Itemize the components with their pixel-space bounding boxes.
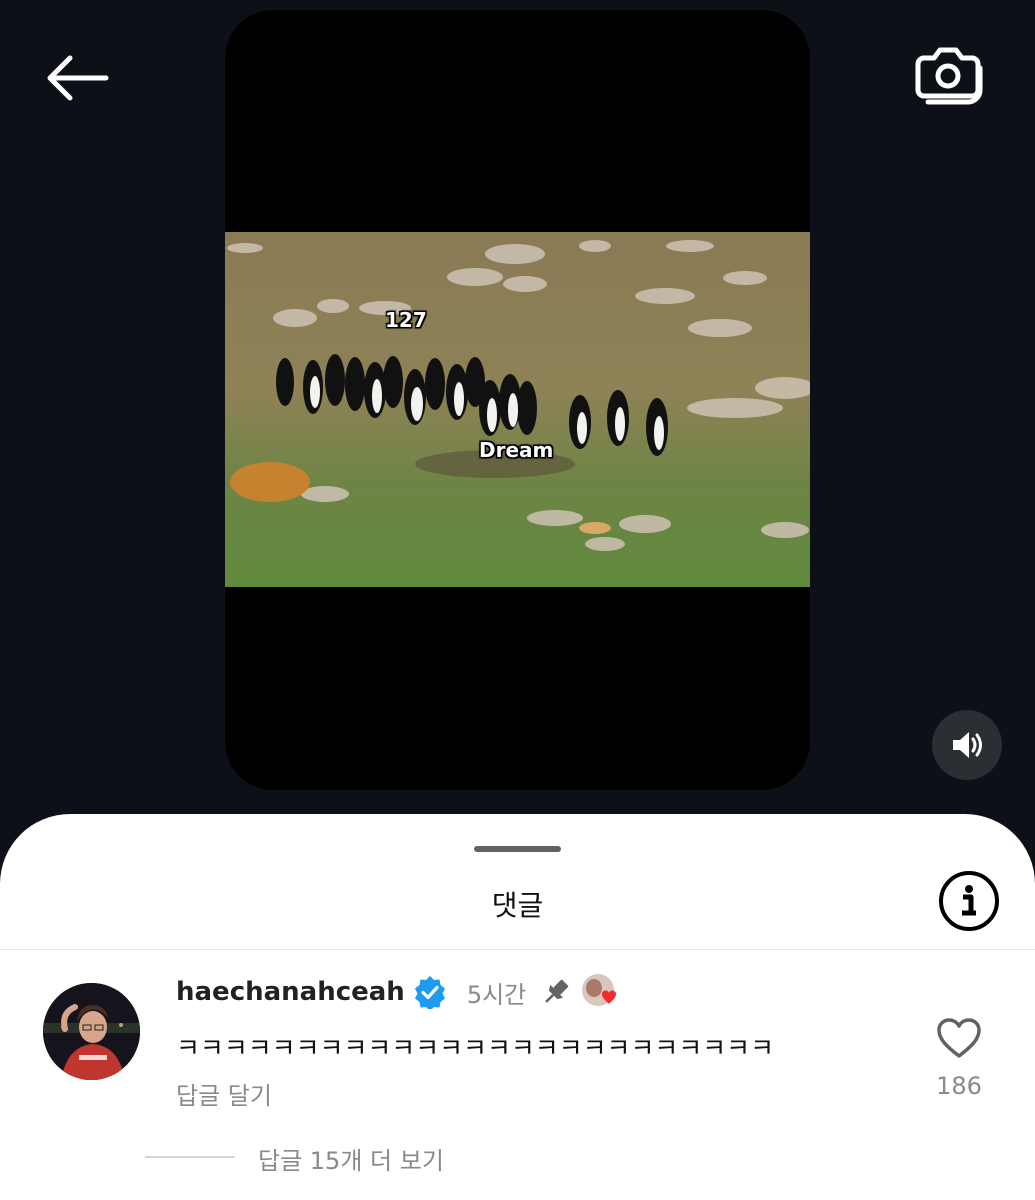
view-more-replies-button[interactable]: 답글 15개 더 보기 — [258, 1141, 444, 1176]
heart-outline-icon — [937, 1018, 981, 1058]
divider — [0, 949, 1035, 950]
volume-button[interactable] — [932, 710, 1002, 780]
sheet-title: 댓글 — [491, 889, 544, 922]
arrow-left-icon — [47, 55, 109, 101]
verified-badge-icon — [414, 976, 445, 1009]
video-overlay-label-dream: Dream — [479, 438, 554, 462]
comments-sheet: 댓글 haechanahceah 5시간 ㅋㅋㅋㅋㅋㅋㅋㅋㅋㅋㅋㅋㅋㅋㅋㅋㅋㅋㅋ… — [0, 814, 1035, 1200]
author-liked-indicator — [580, 972, 620, 1012]
video-frame — [225, 232, 810, 587]
sheet-drag-handle[interactable] — [474, 846, 561, 852]
reply-button[interactable]: 답글 달기 — [176, 1076, 272, 1111]
avatar[interactable] — [43, 983, 140, 1080]
replies-divider-line — [145, 1156, 235, 1158]
info-icon — [939, 871, 999, 931]
video-overlay-label-127: 127 — [385, 308, 427, 332]
video-player[interactable]: 127 Dream — [225, 10, 810, 790]
speaker-icon — [953, 732, 982, 758]
info-button[interactable] — [938, 870, 1000, 932]
like-button[interactable] — [936, 1017, 982, 1059]
like-count: 186 — [936, 1072, 982, 1100]
comment-text: ㅋㅋㅋㅋㅋㅋㅋㅋㅋㅋㅋㅋㅋㅋㅋㅋㅋㅋㅋㅋㅋㅋㅋㅋㅋ — [176, 1034, 775, 1064]
back-button[interactable] — [40, 50, 112, 106]
camera-button[interactable] — [910, 44, 986, 114]
avatar-image — [43, 983, 140, 1080]
comment-timestamp: 5시간 — [466, 980, 527, 1009]
comment-header: haechanahceah 5시간 — [176, 972, 620, 1012]
pin-icon — [545, 979, 569, 1003]
camera-icon — [915, 47, 983, 105]
comment-username[interactable]: haechanahceah — [176, 977, 405, 1007]
